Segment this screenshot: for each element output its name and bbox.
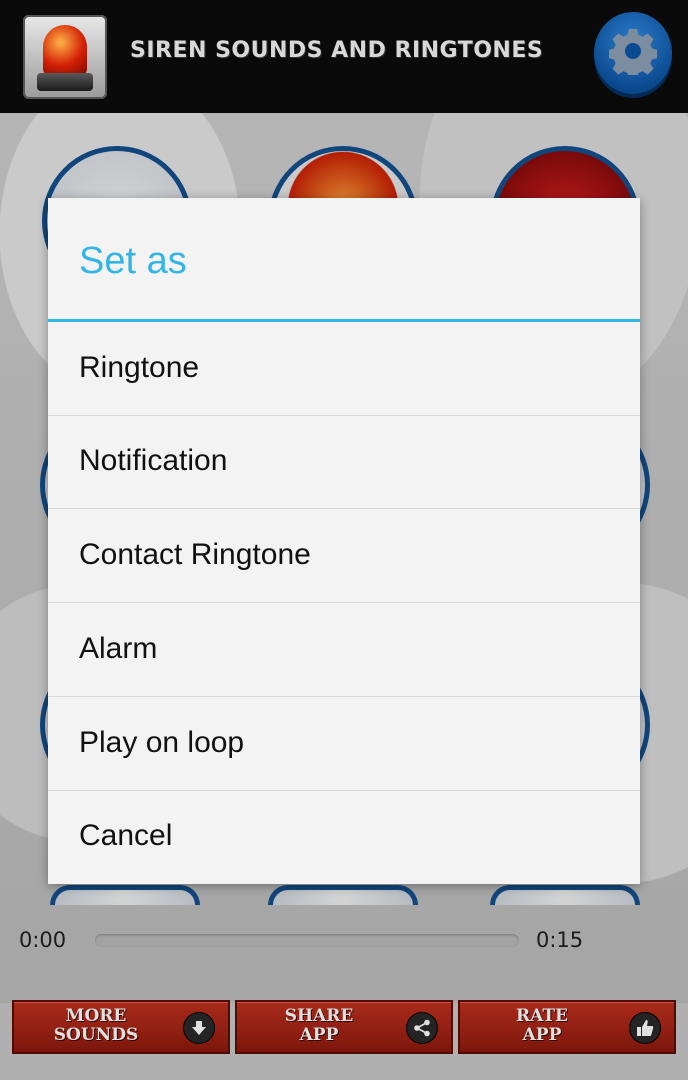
option-contact-ringtone[interactable]: Contact Ringtone <box>48 510 640 603</box>
option-play-on-loop[interactable]: Play on loop <box>48 698 640 791</box>
option-alarm[interactable]: Alarm <box>48 604 640 697</box>
siren-icon <box>23 15 107 99</box>
app-title: SIREN SOUNDS AND RINGTONES <box>130 38 544 63</box>
siren-dome <box>43 25 87 75</box>
option-cancel[interactable]: Cancel <box>48 791 640 884</box>
set-as-dialog: Set as Ringtone Notification Contact Rin… <box>48 198 640 884</box>
settings-button[interactable] <box>594 12 672 94</box>
option-label: Ringtone <box>79 351 200 384</box>
option-label: Notification <box>79 444 228 477</box>
siren-base <box>37 73 93 91</box>
option-ringtone[interactable]: Ringtone <box>48 323 640 416</box>
app-header: SIREN SOUNDS AND RINGTONES <box>0 0 688 113</box>
option-label: Contact Ringtone <box>79 538 311 571</box>
option-notification[interactable]: Notification <box>48 416 640 509</box>
option-label: Play on loop <box>79 726 245 759</box>
option-label: Cancel <box>79 819 173 852</box>
dialog-title: Set as <box>79 240 187 282</box>
gear-icon <box>609 29 657 75</box>
dialog-title-divider <box>48 319 640 322</box>
option-label: Alarm <box>79 632 158 665</box>
